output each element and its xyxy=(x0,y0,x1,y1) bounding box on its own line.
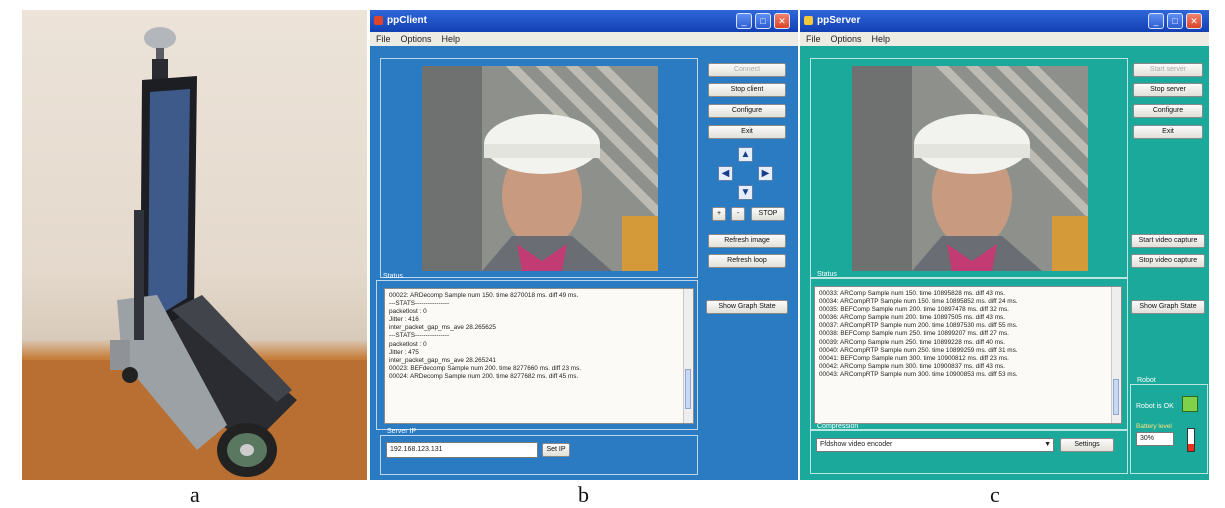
stop-server-button[interactable]: Stop server xyxy=(1133,83,1203,97)
status-lines: 00022: ARDecomp Sample num 150. time 827… xyxy=(385,289,693,381)
close-button[interactable]: ✕ xyxy=(1186,13,1202,29)
speed-minus-button[interactable]: - xyxy=(731,207,745,221)
status-line: 00024: ARDecomp Sample num 200. time 827… xyxy=(389,372,579,380)
robot-status-text: Robot is OK xyxy=(1136,403,1174,410)
maximize-button[interactable]: □ xyxy=(755,13,771,29)
status-line: 00039: ARComp Sample num 250. time 10899… xyxy=(819,338,1006,346)
minimize-button[interactable]: _ xyxy=(1148,13,1164,29)
status-line: 00040: ARCompRTP Sample num 250. time 10… xyxy=(819,346,1018,354)
status-line: ---STATS---------------- xyxy=(389,300,450,308)
stop-video-capture-button[interactable]: Stop video capture xyxy=(1131,254,1205,268)
menu-help[interactable]: Help xyxy=(442,34,461,44)
status-line: 00036: ARComp Sample num 200. time 10897… xyxy=(819,314,1006,322)
app-icon xyxy=(374,16,383,25)
battery-level-label: Battery level xyxy=(1136,423,1172,430)
server-ip-input[interactable]: 192.168.123.131 xyxy=(386,442,538,458)
compression-label: Compression xyxy=(817,423,859,430)
client-video-view xyxy=(422,66,658,271)
status-line: 00023: BEFdecomp Sample num 200. time 82… xyxy=(389,364,582,372)
server-window-title: ppServer xyxy=(817,15,861,26)
status-label: Status xyxy=(817,271,837,278)
status-line: Jitter : 475 xyxy=(389,348,419,356)
server-video-view xyxy=(852,66,1088,271)
caption-b: b xyxy=(578,482,589,507)
arrow-right-icon[interactable]: ▶ xyxy=(758,166,773,181)
arrow-up-icon[interactable]: ▲ xyxy=(738,147,753,162)
maximize-button[interactable]: □ xyxy=(1167,13,1183,29)
status-line: Jitter : 416 xyxy=(389,316,419,324)
stop-motion-button[interactable]: STOP xyxy=(751,207,785,221)
scrollbar[interactable] xyxy=(1111,287,1121,423)
start-server-button[interactable]: Start server xyxy=(1133,63,1203,77)
status-line: 00042: ARComp Sample num 300. time 10900… xyxy=(819,362,1006,370)
status-line: inter_packet_gap_ms_ave 28.265625 xyxy=(389,324,496,332)
stop-client-button[interactable]: Stop client xyxy=(708,83,786,97)
compression-select[interactable]: Ffdshow video encoder ▼ xyxy=(816,438,1054,452)
scrollbar-thumb[interactable] xyxy=(685,369,691,409)
caption-a: a xyxy=(190,482,200,507)
menu-file[interactable]: File xyxy=(376,34,391,44)
arrow-down-icon[interactable]: ▼ xyxy=(738,185,753,200)
caption-c: c xyxy=(990,482,1000,507)
status-line: packetlost : 0 xyxy=(389,308,427,316)
close-button[interactable]: ✕ xyxy=(774,13,790,29)
menu-help[interactable]: Help xyxy=(872,34,891,44)
compression-group: Compression xyxy=(810,423,1128,474)
client-window: ppClient _ □ ✕ File Options Help Connect S… xyxy=(370,10,798,480)
exit-button[interactable]: Exit xyxy=(708,125,786,139)
server-window: ppServer _ □ ✕ File Options Help Start ser… xyxy=(800,10,1209,480)
exit-button[interactable]: Exit xyxy=(1133,125,1203,139)
chevron-down-icon[interactable]: ▼ xyxy=(1044,439,1051,451)
status-line: 00041: BEFComp Sample num 300. time 1090… xyxy=(819,354,1009,362)
status-line: 00043: ARCompRTP Sample num 300. time 10… xyxy=(819,370,1018,378)
scrollbar[interactable] xyxy=(683,289,693,423)
configure-button[interactable]: Configure xyxy=(1133,104,1203,118)
battery-level-value: 30% xyxy=(1136,432,1174,446)
scrollbar-thumb[interactable] xyxy=(1113,379,1119,415)
robot-label: Robot xyxy=(1137,377,1156,384)
status-lines: 00033: ARComp Sample num 150. time 10895… xyxy=(815,287,1121,379)
show-graph-state-button[interactable]: Show Graph State xyxy=(706,300,788,314)
status-line: ---STATS---------------- xyxy=(389,332,450,340)
status-label: Status xyxy=(383,273,403,280)
connect-button[interactable]: Connect xyxy=(708,63,786,77)
client-menubar: File Options Help xyxy=(370,32,798,46)
server-ip-label: Server IP xyxy=(387,428,417,435)
settings-button[interactable]: Settings xyxy=(1060,438,1114,452)
server-titlebar: ppServer _ □ ✕ xyxy=(800,10,1209,32)
arrow-left-icon[interactable]: ◀ xyxy=(718,166,733,181)
client-status-log[interactable]: 00022: ARDecomp Sample num 150. time 827… xyxy=(384,288,694,424)
client-window-title: ppClient xyxy=(387,15,427,26)
battery-level-fill xyxy=(1188,444,1194,451)
server-status-log[interactable]: 00033: ARComp Sample num 150. time 10895… xyxy=(814,286,1122,424)
server-menubar: File Options Help xyxy=(800,32,1209,46)
robot-ok-indicator xyxy=(1182,396,1198,412)
status-line: packetlost : 0 xyxy=(389,340,427,348)
minimize-button[interactable]: _ xyxy=(736,13,752,29)
menu-file[interactable]: File xyxy=(806,34,821,44)
compression-value: Ffdshow video encoder xyxy=(820,441,893,448)
speed-plus-button[interactable]: + xyxy=(712,207,726,221)
status-line: inter_packet_gap_ms_ave 28.265241 xyxy=(389,356,496,364)
start-video-capture-button[interactable]: Start video capture xyxy=(1131,234,1205,248)
refresh-image-button[interactable]: Refresh image xyxy=(708,234,786,248)
robot-photo xyxy=(22,10,367,480)
menu-options[interactable]: Options xyxy=(831,34,862,44)
app-icon xyxy=(804,16,813,25)
battery-level-gauge xyxy=(1187,428,1195,452)
show-graph-state-button[interactable]: Show Graph State xyxy=(1131,300,1205,314)
status-line: 00022: ARDecomp Sample num 150. time 827… xyxy=(389,292,579,299)
set-ip-button[interactable]: Set IP xyxy=(542,443,570,457)
menu-options[interactable]: Options xyxy=(401,34,432,44)
status-line: 00037: ARCompRTP Sample num 200. time 10… xyxy=(819,322,1018,330)
status-line: 00034: ARCompRTP Sample num 150. time 10… xyxy=(819,298,1018,306)
refresh-loop-button[interactable]: Refresh loop xyxy=(708,254,786,268)
client-titlebar: ppClient _ □ ✕ xyxy=(370,10,798,32)
status-line: 00038: BEFComp Sample num 250. time 1089… xyxy=(819,330,1009,338)
configure-button[interactable]: Configure xyxy=(708,104,786,118)
status-line: 00033: ARComp Sample num 150. time 10895… xyxy=(819,290,1006,297)
status-line: 00035: BEFComp Sample num 200. time 1089… xyxy=(819,306,1009,314)
